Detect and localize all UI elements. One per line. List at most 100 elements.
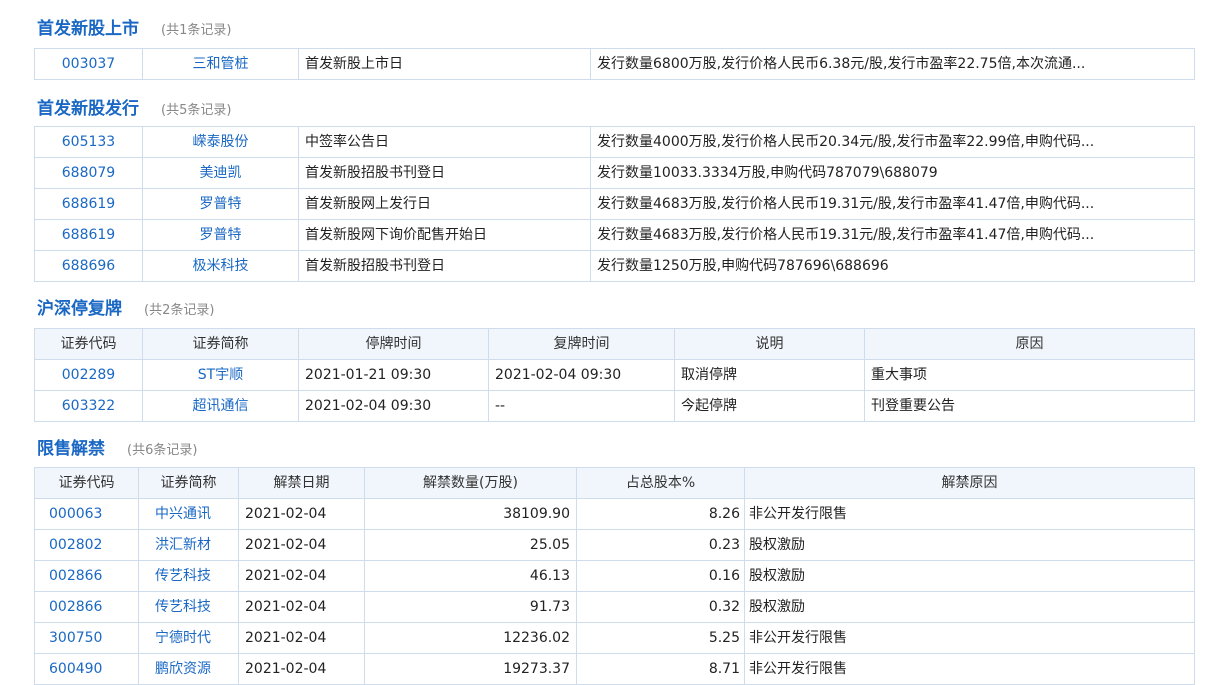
resume-time-cell: -- <box>488 390 675 422</box>
table-row: 002866 传艺科技 2021-02-04 46.13 0.16 股权激励 <box>34 560 1195 592</box>
stock-code-link[interactable]: 688079 <box>34 157 143 189</box>
stock-code-link[interactable]: 000063 <box>34 498 139 530</box>
column-header: 解禁日期 <box>238 467 365 499</box>
release-qty-cell: 12236.02 <box>364 622 577 654</box>
note-cell: 今起停牌 <box>674 390 865 422</box>
stock-code-link[interactable]: 002866 <box>34 560 139 592</box>
stock-name-link[interactable]: 罗普特 <box>142 219 299 251</box>
share-pct-cell: 0.32 <box>576 591 745 623</box>
column-header: 证券代码 <box>34 328 143 360</box>
event-cell: 首发新股招股书刊登日 <box>298 250 591 282</box>
table-row: 002866 传艺科技 2021-02-04 91.73 0.32 股权激励 <box>34 591 1195 623</box>
column-header: 证券简称 <box>142 328 299 360</box>
section-heading: 首发新股发行 <box>37 99 139 119</box>
description-cell: 发行数量4000万股,发行价格人民币20.34元/股,发行市盈率22.99倍,申… <box>590 126 1195 158</box>
table-row: 300750 宁德时代 2021-02-04 12236.02 5.25 非公开… <box>34 622 1195 654</box>
stock-code-link[interactable]: 603322 <box>34 390 143 422</box>
column-header: 说明 <box>674 328 865 360</box>
stock-name-link[interactable]: 罗普特 <box>142 188 299 220</box>
section-heading: 沪深停复牌 <box>37 299 122 319</box>
stock-name-link[interactable]: 传艺科技 <box>138 591 239 623</box>
column-header: 原因 <box>864 328 1195 360</box>
record-count: (共1条记录) <box>161 23 232 38</box>
event-cell: 首发新股上市日 <box>298 48 591 80</box>
stock-name-link[interactable]: 超讯通信 <box>142 390 299 422</box>
share-pct-cell: 0.23 <box>576 529 745 561</box>
stock-code-link[interactable]: 688696 <box>34 250 143 282</box>
release-reason-cell: 非公开发行限售 <box>744 622 1195 654</box>
section-title-suspension: 沪深停复牌 (共2条记录) <box>37 294 214 319</box>
stock-name-link[interactable]: 极米科技 <box>142 250 299 282</box>
ipo-issue-table: 605133 嵘泰股份 中签率公告日 发行数量4000万股,发行价格人民币20.… <box>34 126 1195 282</box>
release-qty-cell: 46.13 <box>364 560 577 592</box>
stock-name-link[interactable]: 传艺科技 <box>138 560 239 592</box>
lockup-release-table: 证券代码 证券简称 解禁日期 解禁数量(万股) 占总股本% 解禁原因 00006… <box>34 467 1195 685</box>
stock-code-link[interactable]: 300750 <box>34 622 139 654</box>
suspend-time-cell: 2021-02-04 09:30 <box>298 390 489 422</box>
stock-code-link[interactable]: 003037 <box>34 48 143 80</box>
stock-code-link[interactable]: 688619 <box>34 188 143 220</box>
share-pct-cell: 0.16 <box>576 560 745 592</box>
description-cell: 发行数量1250万股,申购代码787696\688696 <box>590 250 1195 282</box>
release-qty-cell: 25.05 <box>364 529 577 561</box>
table-row: 603322 超讯通信 2021-02-04 09:30 -- 今起停牌 刊登重… <box>34 390 1195 422</box>
table-row: 688079 美迪凯 首发新股招股书刊登日 发行数量10033.3334万股,申… <box>34 157 1195 189</box>
share-pct-cell: 5.25 <box>576 622 745 654</box>
column-header: 停牌时间 <box>298 328 489 360</box>
stock-code-link[interactable]: 002289 <box>34 359 143 391</box>
record-count: (共5条记录) <box>161 103 232 118</box>
stock-code-link[interactable]: 688619 <box>34 219 143 251</box>
release-date-cell: 2021-02-04 <box>238 591 365 623</box>
section-heading: 首发新股上市 <box>37 19 139 39</box>
column-header: 证券代码 <box>34 467 139 499</box>
stock-name-link[interactable]: 三和管桩 <box>142 48 299 80</box>
event-cell: 首发新股网上发行日 <box>298 188 591 220</box>
description-cell: 发行数量4683万股,发行价格人民币19.31元/股,发行市盈率41.47倍,申… <box>590 188 1195 220</box>
note-cell: 取消停牌 <box>674 359 865 391</box>
event-cell: 中签率公告日 <box>298 126 591 158</box>
event-cell: 首发新股网下询价配售开始日 <box>298 219 591 251</box>
share-pct-cell: 8.26 <box>576 498 745 530</box>
stock-code-link[interactable]: 002802 <box>34 529 139 561</box>
event-cell: 首发新股招股书刊登日 <box>298 157 591 189</box>
table-row: 688619 罗普特 首发新股网下询价配售开始日 发行数量4683万股,发行价格… <box>34 219 1195 251</box>
resume-time-cell: 2021-02-04 09:30 <box>488 359 675 391</box>
release-reason-cell: 股权激励 <box>744 529 1195 561</box>
column-header: 证券简称 <box>138 467 239 499</box>
table-row: 002289 ST宇顺 2021-01-21 09:30 2021-02-04 … <box>34 359 1195 391</box>
ipo-listing-table: 003037 三和管桩 首发新股上市日 发行数量6800万股,发行价格人民币6.… <box>34 48 1195 80</box>
release-date-cell: 2021-02-04 <box>238 529 365 561</box>
stock-name-link[interactable]: 嵘泰股份 <box>142 126 299 158</box>
table-row: 688619 罗普特 首发新股网上发行日 发行数量4683万股,发行价格人民币1… <box>34 188 1195 220</box>
table-header-row: 证券代码 证券简称 解禁日期 解禁数量(万股) 占总股本% 解禁原因 <box>34 467 1195 499</box>
section-title-ipo-listing: 首发新股上市 (共1条记录) <box>37 14 231 39</box>
table-row: 003037 三和管桩 首发新股上市日 发行数量6800万股,发行价格人民币6.… <box>34 48 1195 80</box>
release-reason-cell: 非公开发行限售 <box>744 498 1195 530</box>
stock-name-link[interactable]: 中兴通讯 <box>138 498 239 530</box>
release-reason-cell: 股权激励 <box>744 591 1195 623</box>
release-reason-cell: 股权激励 <box>744 560 1195 592</box>
section-title-lockup-release: 限售解禁 (共6条记录) <box>37 434 197 459</box>
suspend-time-cell: 2021-01-21 09:30 <box>298 359 489 391</box>
reason-cell: 刊登重要公告 <box>864 390 1195 422</box>
table-row: 605133 嵘泰股份 中签率公告日 发行数量4000万股,发行价格人民币20.… <box>34 126 1195 158</box>
stock-name-link[interactable]: 洪汇新材 <box>138 529 239 561</box>
description-cell: 发行数量10033.3334万股,申购代码787079\688079 <box>590 157 1195 189</box>
column-header: 解禁数量(万股) <box>364 467 577 499</box>
release-qty-cell: 91.73 <box>364 591 577 623</box>
stock-code-link[interactable]: 605133 <box>34 126 143 158</box>
stock-name-link[interactable]: 宁德时代 <box>138 622 239 654</box>
stock-code-link[interactable]: 002866 <box>34 591 139 623</box>
release-date-cell: 2021-02-04 <box>238 498 365 530</box>
column-header: 解禁原因 <box>744 467 1195 499</box>
release-date-cell: 2021-02-04 <box>238 560 365 592</box>
release-qty-cell: 38109.90 <box>364 498 577 530</box>
release-date-cell: 2021-02-04 <box>238 622 365 654</box>
stock-name-link[interactable]: ST宇顺 <box>142 359 299 391</box>
suspension-table: 证券代码 证券简称 停牌时间 复牌时间 说明 原因 002289 ST宇顺 20… <box>34 328 1195 422</box>
table-row: 688696 极米科技 首发新股招股书刊登日 发行数量1250万股,申购代码78… <box>34 250 1195 282</box>
record-count: (共2条记录) <box>144 303 215 318</box>
stock-name-link[interactable]: 美迪凯 <box>142 157 299 189</box>
description-cell: 发行数量4683万股,发行价格人民币19.31元/股,发行市盈率41.47倍,申… <box>590 219 1195 251</box>
column-header: 占总股本% <box>576 467 745 499</box>
